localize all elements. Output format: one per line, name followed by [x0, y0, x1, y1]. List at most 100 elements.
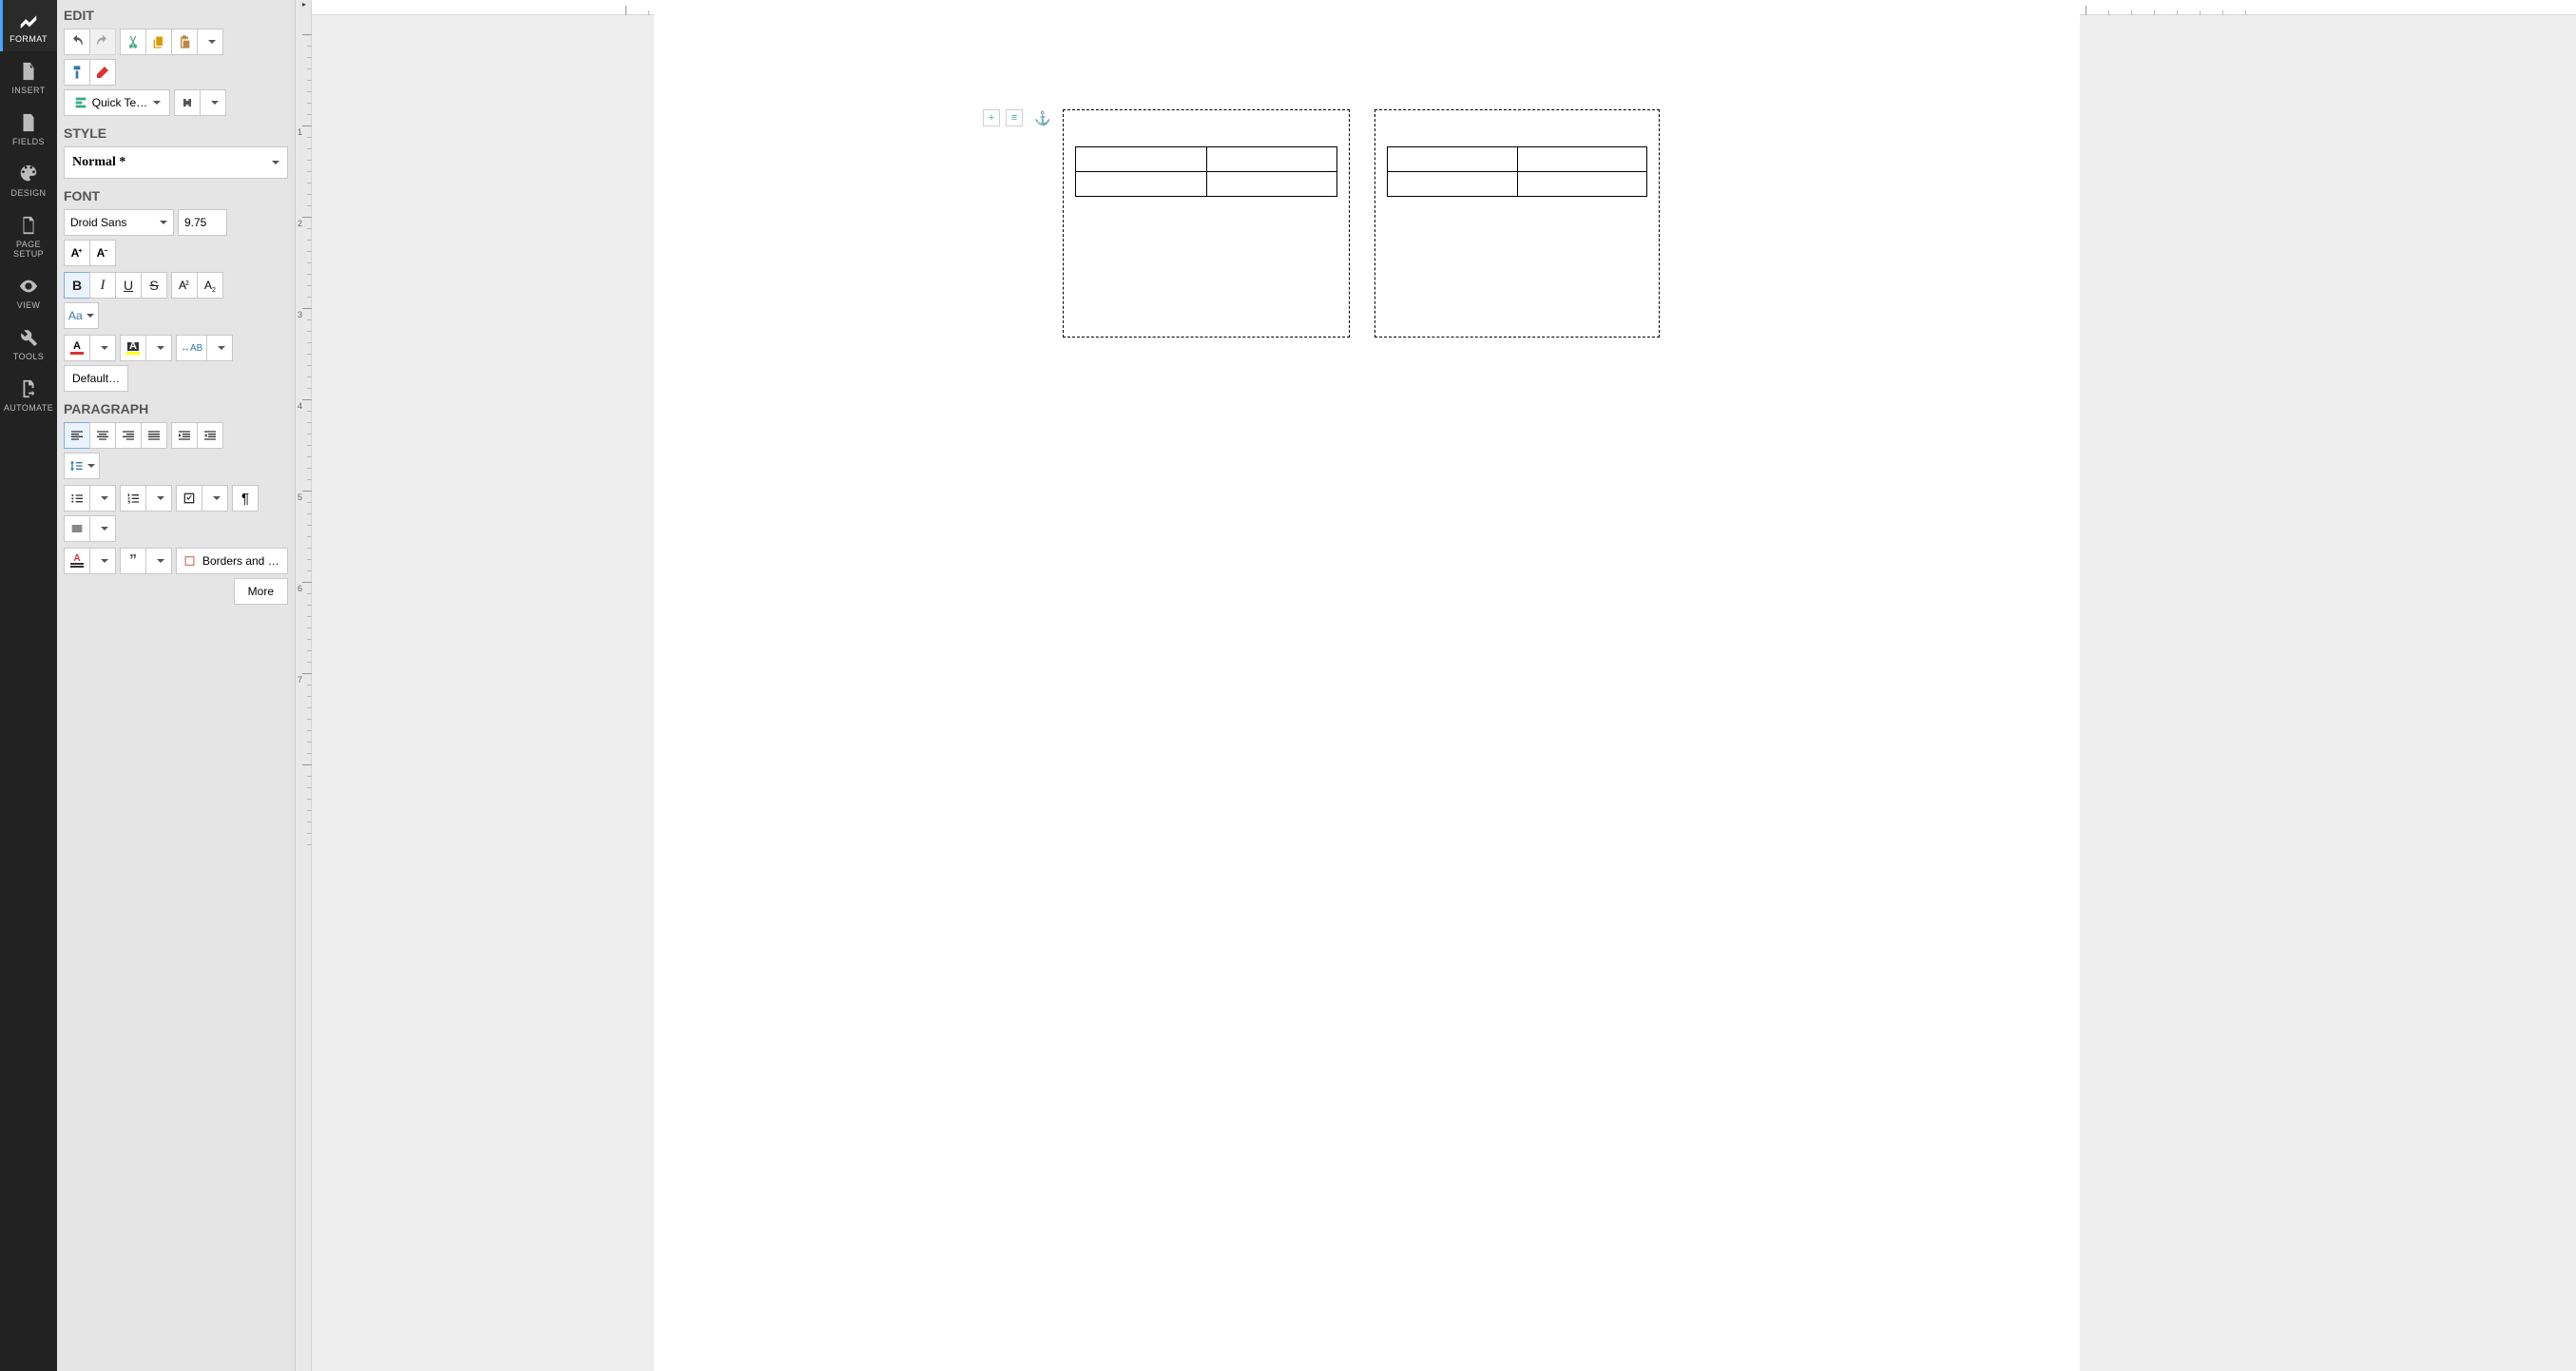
table-cell[interactable]	[1388, 147, 1518, 172]
font-color-button[interactable]: A	[64, 335, 90, 361]
page-setup-icon	[18, 215, 39, 236]
fields-icon	[18, 112, 39, 133]
copy-button[interactable]	[145, 29, 172, 55]
tools-icon	[18, 327, 39, 348]
vertical-ruler[interactable]: ▸ 1234567	[296, 0, 312, 1371]
frame-tools: + ≡ ⚓	[983, 109, 1050, 126]
checklist-button[interactable]	[176, 485, 202, 512]
indent-increase-button[interactable]	[171, 422, 198, 449]
find-button[interactable]	[174, 89, 201, 116]
clear-format-button[interactable]	[89, 59, 116, 86]
align-left-button[interactable]	[64, 422, 90, 449]
undo-icon	[69, 34, 85, 49]
table-cell[interactable]	[1076, 147, 1207, 172]
insert-icon	[18, 61, 39, 82]
nav-item-pagesetup[interactable]: PAGE SETUP	[0, 205, 57, 266]
section-paragraph-title: PARAGRAPH	[64, 399, 288, 422]
char-spacing-button[interactable]: ↔AB	[176, 335, 207, 361]
shading-dropdown[interactable]	[89, 515, 116, 542]
borders-shading-button[interactable]: Borders and S…	[176, 548, 288, 574]
nav-item-automate[interactable]: AUTOMATE	[0, 369, 57, 420]
text-frame[interactable]	[1375, 109, 1660, 338]
add-frame-button[interactable]: +	[983, 109, 1000, 126]
align-right-icon	[121, 428, 136, 443]
font-family-select[interactable]: Droid Sans	[64, 209, 174, 236]
table[interactable]	[1075, 146, 1337, 197]
highlight-dropdown[interactable]	[145, 335, 172, 361]
subscript-button[interactable]: A2	[197, 272, 223, 299]
nav-item-format[interactable]: FORMAT	[0, 0, 57, 51]
canvas-stage[interactable]: 1234567 + ≡ ⚓	[312, 0, 2576, 1371]
align-center-button[interactable]	[89, 422, 116, 449]
panel-collapse-button[interactable]: ▸	[298, 0, 310, 10]
style-select[interactable]: Normal *	[64, 146, 288, 179]
font-grow-button[interactable]: A+	[64, 240, 90, 266]
font-size-select[interactable]: 9.75	[178, 209, 227, 236]
frame-props-button[interactable]: ≡	[1006, 109, 1023, 126]
nav-label: DESIGN	[11, 188, 47, 198]
strike-button[interactable]: S	[141, 272, 167, 299]
para-style-button[interactable]: A	[64, 548, 90, 574]
find-dropdown[interactable]	[200, 89, 226, 116]
section-font-title: FONT	[64, 186, 288, 209]
nav-item-view[interactable]: VIEW	[0, 266, 57, 318]
kerning-label: Default…	[68, 372, 124, 385]
text-frame[interactable]	[1063, 109, 1350, 338]
align-justify-button[interactable]	[141, 422, 167, 449]
shading-button[interactable]	[64, 515, 90, 542]
table-cell[interactable]	[1206, 172, 1337, 197]
bullet-list-button[interactable]	[64, 485, 90, 512]
table[interactable]	[1387, 146, 1647, 197]
undo-button[interactable]	[64, 29, 90, 55]
numbered-list-dropdown[interactable]	[145, 485, 172, 512]
bullet-list-dropdown[interactable]	[89, 485, 116, 512]
nav-item-tools[interactable]: TOOLS	[0, 318, 57, 369]
table-cell[interactable]	[1388, 172, 1518, 197]
format-paint-button[interactable]	[64, 59, 90, 86]
nav-label: AUTOMATE	[4, 403, 53, 413]
chevron-down-icon	[160, 221, 167, 228]
bold-button[interactable]: B	[64, 272, 90, 299]
char-spacing-dropdown[interactable]	[206, 335, 233, 361]
paste-dropdown[interactable]	[197, 29, 223, 55]
quick-text-button[interactable]: Quick Te…	[64, 89, 170, 116]
cut-button[interactable]	[120, 29, 146, 55]
more-button[interactable]: More	[234, 578, 288, 605]
redo-button[interactable]	[89, 29, 116, 55]
superscript-button[interactable]: A2	[171, 272, 198, 299]
table-cell[interactable]	[1517, 147, 1647, 172]
text-case-button[interactable]: Aa	[64, 302, 99, 329]
kerning-button[interactable]: Default…	[64, 365, 128, 392]
format-panel: EDIT Quick Te… STYLE N	[57, 0, 296, 1371]
anchor-icon[interactable]: ⚓	[1028, 110, 1050, 126]
redo-icon	[95, 34, 110, 49]
font-color-dropdown[interactable]	[89, 335, 116, 361]
quick-text-icon	[73, 95, 88, 110]
pilcrow-button[interactable]: ¶	[232, 485, 259, 512]
nav-item-insert[interactable]: INSERT	[0, 51, 57, 103]
align-left-icon	[69, 428, 85, 443]
page: + ≡ ⚓	[654, 0, 2080, 1371]
highlight-button[interactable]: A	[120, 335, 146, 361]
nav-item-design[interactable]: DESIGN	[0, 154, 57, 205]
section-edit-title: EDIT	[64, 6, 288, 29]
checklist-dropdown[interactable]	[202, 485, 228, 512]
nav-item-fields[interactable]: FIELDS	[0, 103, 57, 154]
para-style-dropdown[interactable]	[89, 548, 116, 574]
numbered-list-button[interactable]	[120, 485, 146, 512]
italic-button[interactable]: I	[89, 272, 116, 299]
quote-button[interactable]: ”	[120, 548, 146, 574]
font-shrink-button[interactable]: A−	[89, 240, 116, 266]
table-cell[interactable]	[1206, 147, 1337, 172]
table-cell[interactable]	[1076, 172, 1207, 197]
align-right-button[interactable]	[115, 422, 142, 449]
table-cell[interactable]	[1517, 172, 1647, 197]
paste-button[interactable]	[171, 29, 198, 55]
number-icon	[125, 491, 141, 506]
underline-button[interactable]: U	[115, 272, 142, 299]
quick-text-label: Quick Te…	[88, 96, 151, 109]
line-spacing-button[interactable]	[64, 453, 100, 479]
chevron-down-icon	[272, 161, 279, 168]
indent-decrease-button[interactable]	[197, 422, 223, 449]
quote-dropdown[interactable]	[145, 548, 172, 574]
